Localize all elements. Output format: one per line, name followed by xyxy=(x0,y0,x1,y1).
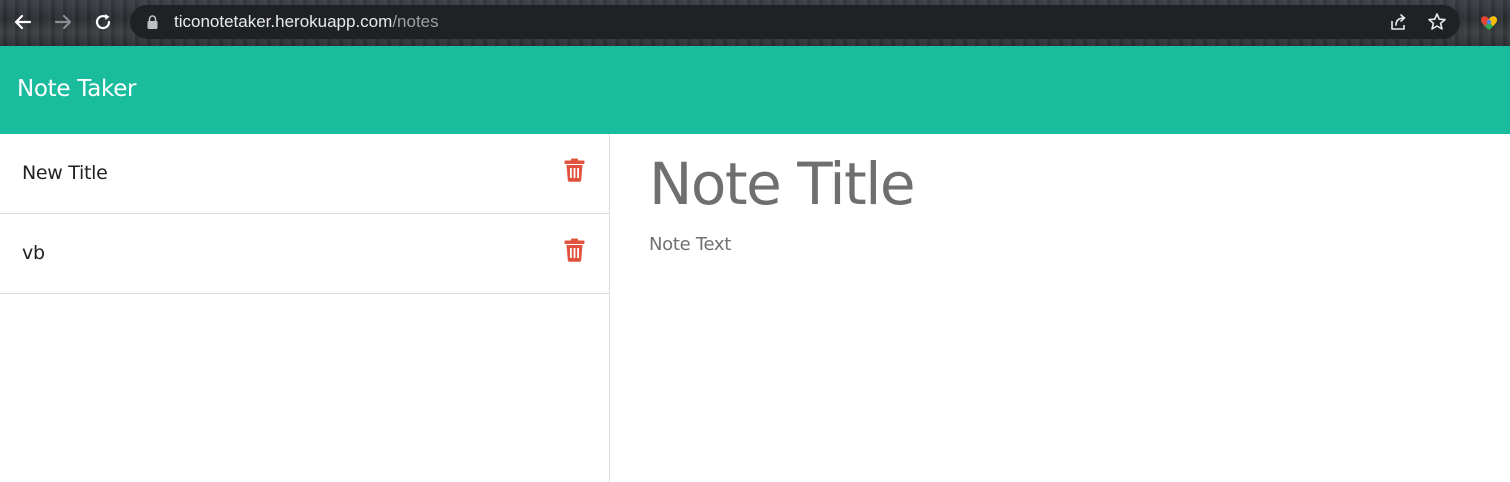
note-editor xyxy=(611,134,1510,482)
arrow-right-icon xyxy=(54,14,72,30)
star-icon[interactable] xyxy=(1427,12,1447,32)
reload-icon xyxy=(95,14,111,30)
forward-button[interactable] xyxy=(49,8,77,36)
extension-icon[interactable] xyxy=(1478,12,1500,34)
notes-list: New Title vb xyxy=(0,134,610,482)
note-list-item[interactable]: New Title xyxy=(0,134,609,214)
trash-icon[interactable] xyxy=(564,238,585,262)
arrow-left-icon xyxy=(14,14,32,30)
trash-icon[interactable] xyxy=(564,158,585,182)
note-text-input[interactable] xyxy=(649,234,1469,454)
note-title-input[interactable] xyxy=(649,148,1469,220)
browser-toolbar: ticonotetaker.herokuapp.com/notes xyxy=(0,0,1510,46)
url-text[interactable]: ticonotetaker.herokuapp.com/notes xyxy=(174,12,439,32)
note-list-item[interactable]: vb xyxy=(0,214,609,294)
url-host: ticonotetaker.herokuapp.com xyxy=(174,12,393,31)
reload-button[interactable] xyxy=(89,8,117,36)
app-title[interactable]: Note Taker xyxy=(17,76,137,102)
note-list-item-title[interactable]: vb xyxy=(22,242,45,264)
share-icon[interactable] xyxy=(1388,12,1408,32)
app-header: Note Taker xyxy=(0,46,1510,134)
note-list-item-title[interactable]: New Title xyxy=(22,162,108,184)
lock-icon[interactable] xyxy=(146,14,159,30)
back-button[interactable] xyxy=(9,8,37,36)
address-bar[interactable]: ticonotetaker.herokuapp.com/notes xyxy=(130,5,1460,39)
url-path: /notes xyxy=(392,12,439,31)
